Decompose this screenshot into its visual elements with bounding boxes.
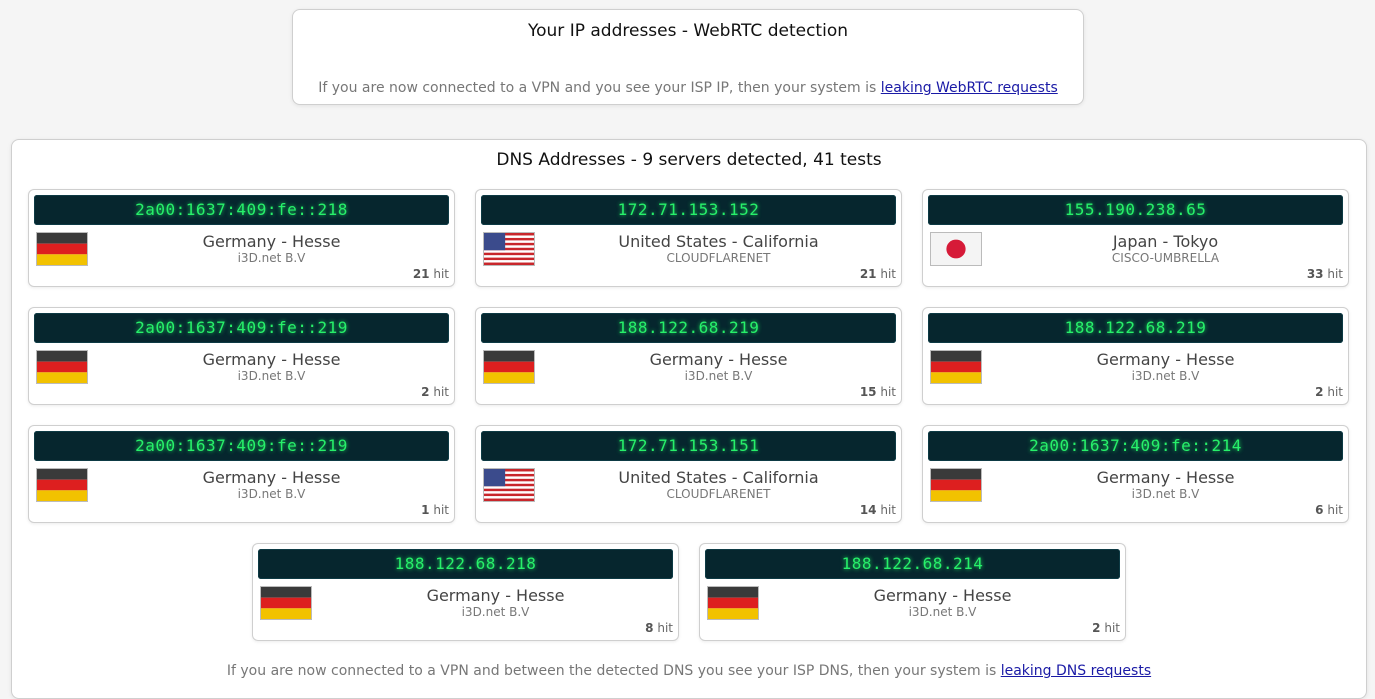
dns-ip: 2a00:1637:409:fe::218 bbox=[34, 195, 449, 225]
germany-flag-icon bbox=[707, 586, 759, 620]
dns-hit-count: 6 hit bbox=[1315, 503, 1343, 517]
dns-hit-count: 2 hit bbox=[1092, 621, 1120, 635]
dns-isp: i3D.net B.V bbox=[684, 369, 753, 383]
dns-hit-count: 33 hit bbox=[1306, 267, 1343, 281]
webrtc-note-text: If you are now connected to a VPN and yo… bbox=[318, 80, 881, 96]
dns-isp: CISCO-UMBRELLA bbox=[1111, 251, 1220, 265]
dns-location: Germany - Hesse bbox=[202, 350, 341, 369]
dns-location: Germany - Hesse bbox=[873, 586, 1012, 605]
japan-flag-icon bbox=[930, 232, 982, 266]
dns-ip: 188.122.68.218 bbox=[258, 549, 673, 579]
dns-hit-count: 21 hit bbox=[412, 267, 449, 281]
dns-isp: i3D.net B.V bbox=[1131, 487, 1200, 501]
dns-ip: 172.71.153.151 bbox=[481, 431, 896, 461]
germany-flag-icon bbox=[36, 232, 88, 266]
dns-ip: 188.122.68.219 bbox=[481, 313, 896, 343]
dns-ip: 2a00:1637:409:fe::219 bbox=[34, 431, 449, 461]
germany-flag-icon bbox=[930, 350, 982, 384]
dns-isp: i3D.net B.V bbox=[237, 251, 306, 265]
dns-ip: 188.122.68.214 bbox=[705, 549, 1120, 579]
dns-title: DNS Addresses - 9 servers detected, 41 t… bbox=[496, 150, 882, 170]
dns-isp: i3D.net B.V bbox=[237, 369, 306, 383]
webrtc-title: Your IP addresses - WebRTC detection bbox=[528, 21, 848, 41]
dns-isp: CLOUDFLARENET bbox=[666, 487, 771, 501]
dns-footer-text: If you are now connected to a VPN and be… bbox=[226, 663, 1001, 679]
dns-location: Germany - Hesse bbox=[202, 468, 341, 487]
dns-isp: i3D.net B.V bbox=[461, 605, 530, 619]
dns-ip: 188.122.68.219 bbox=[928, 313, 1343, 343]
dns-server-card: 2a00:1637:409:fe::214 Germany - Hesse i3… bbox=[922, 425, 1349, 523]
dns-ip: 2a00:1637:409:fe::214 bbox=[928, 431, 1343, 461]
dns-ip: 2a00:1637:409:fe::219 bbox=[34, 313, 449, 343]
dns-isp: i3D.net B.V bbox=[1131, 369, 1200, 383]
dns-hit-count: 21 hit bbox=[859, 267, 896, 281]
dns-location: Japan - Tokyo bbox=[1112, 232, 1219, 251]
dns-server-card: 188.122.68.219 Germany - Hesse i3D.net B… bbox=[922, 307, 1349, 405]
dns-hit-count: 2 hit bbox=[1315, 385, 1343, 399]
dns-server-card: 2a00:1637:409:fe::219 Germany - Hesse i3… bbox=[28, 307, 455, 405]
dns-location: United States - California bbox=[618, 232, 819, 251]
usa-flag-icon bbox=[483, 468, 535, 502]
dns-server-card: 2a00:1637:409:fe::219 Germany - Hesse i3… bbox=[28, 425, 455, 523]
germany-flag-icon bbox=[483, 350, 535, 384]
dns-location: Germany - Hesse bbox=[1096, 350, 1235, 369]
dns-isp: i3D.net B.V bbox=[908, 605, 977, 619]
germany-flag-icon bbox=[36, 350, 88, 384]
dns-isp: i3D.net B.V bbox=[237, 487, 306, 501]
webrtc-note: If you are now connected to a VPN and yo… bbox=[293, 80, 1083, 96]
dns-server-card: 155.190.238.65 Japan - Tokyo CISCO-UMBRE… bbox=[922, 189, 1349, 287]
dns-location: Germany - Hesse bbox=[1096, 468, 1235, 487]
dns-server-card: 2a00:1637:409:fe::218 Germany - Hesse i3… bbox=[28, 189, 455, 287]
dns-location: Germany - Hesse bbox=[202, 232, 341, 251]
dns-server-card: 172.71.153.151 United States - Californi… bbox=[475, 425, 902, 523]
dns-server-card: 172.71.153.152 United States - Californi… bbox=[475, 189, 902, 287]
germany-flag-icon bbox=[930, 468, 982, 502]
dns-footer-note: If you are now connected to a VPN and be… bbox=[12, 663, 1366, 679]
dns-panel: DNS Addresses - 9 servers detected, 41 t… bbox=[11, 139, 1367, 699]
usa-flag-icon bbox=[483, 232, 535, 266]
germany-flag-icon bbox=[260, 586, 312, 620]
dns-hit-count: 15 hit bbox=[859, 385, 896, 399]
dns-server-card: 188.122.68.219 Germany - Hesse i3D.net B… bbox=[475, 307, 902, 405]
dns-location: Germany - Hesse bbox=[649, 350, 788, 369]
dns-hit-count: 8 hit bbox=[645, 621, 673, 635]
dns-ip: 155.190.238.65 bbox=[928, 195, 1343, 225]
dns-ip: 172.71.153.152 bbox=[481, 195, 896, 225]
dns-server-card: 188.122.68.218 Germany - Hesse i3D.net B… bbox=[252, 543, 679, 641]
dns-isp: CLOUDFLARENET bbox=[666, 251, 771, 265]
dns-hit-count: 2 hit bbox=[421, 385, 449, 399]
dns-server-card: 188.122.68.214 Germany - Hesse i3D.net B… bbox=[699, 543, 1126, 641]
dns-location: United States - California bbox=[618, 468, 819, 487]
dns-hit-count: 1 hit bbox=[421, 503, 449, 517]
webrtc-panel: Your IP addresses - WebRTC detection If … bbox=[292, 9, 1084, 105]
webrtc-leak-link[interactable]: leaking WebRTC requests bbox=[881, 80, 1058, 96]
germany-flag-icon bbox=[36, 468, 88, 502]
dns-hit-count: 14 hit bbox=[859, 503, 896, 517]
dns-leak-link[interactable]: leaking DNS requests bbox=[1001, 663, 1151, 679]
dns-location: Germany - Hesse bbox=[426, 586, 565, 605]
